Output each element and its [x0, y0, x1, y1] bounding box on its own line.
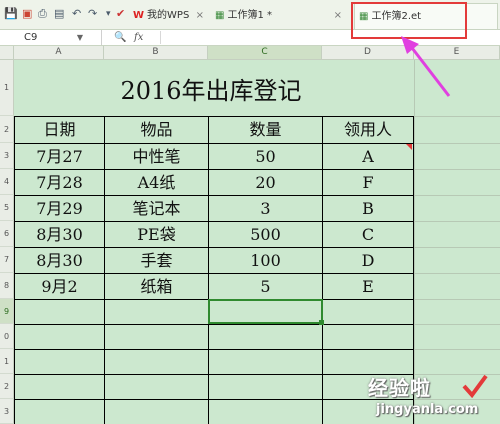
- table-cell[interactable]: 笔记本: [105, 196, 208, 221]
- tab-my-wps[interactable]: W 我的WPS ×: [133, 3, 208, 29]
- sheet-title[interactable]: 2016年出库登记: [15, 62, 407, 116]
- close-icon[interactable]: ×: [196, 3, 204, 29]
- gridline: [414, 324, 500, 325]
- annotation-arrow-icon: [401, 36, 451, 97]
- redo-icon[interactable]: ↷: [88, 7, 97, 21]
- table-cell[interactable]: 50: [209, 144, 322, 169]
- close-icon[interactable]: ×: [334, 3, 342, 29]
- checkmark-icon: [462, 374, 488, 398]
- row-header[interactable]: 2: [0, 116, 14, 143]
- table-cell[interactable]: A4纸: [105, 170, 208, 195]
- gridline: [414, 299, 500, 300]
- row-header[interactable]: 5: [0, 195, 14, 221]
- table-cell[interactable]: 20: [209, 170, 322, 195]
- print-icon[interactable]: ⎙: [38, 7, 47, 21]
- row-header[interactable]: 3: [0, 399, 14, 424]
- table-cell[interactable]: 8月30: [15, 222, 104, 247]
- table-border: [14, 399, 414, 400]
- undo-icon[interactable]: ↶: [72, 7, 81, 21]
- column-header-a[interactable]: A: [14, 46, 104, 60]
- watermark-url: jingyanla.com: [376, 402, 479, 417]
- chevron-down-icon[interactable]: ▼: [77, 30, 83, 45]
- select-all-corner[interactable]: [0, 46, 14, 60]
- table-cell[interactable]: 5: [209, 274, 322, 299]
- tab-workbook1[interactable]: ▦ 工作簿1 * ×: [215, 3, 346, 29]
- gridline: [414, 195, 500, 196]
- row-header[interactable]: 6: [0, 221, 14, 247]
- table-cell[interactable]: 中性笔: [105, 144, 208, 169]
- row-header[interactable]: 2: [0, 374, 14, 399]
- table-border: [14, 349, 414, 350]
- table-border: [14, 324, 414, 325]
- active-cell-c9[interactable]: [208, 299, 323, 324]
- tab-label: 我的WPS: [147, 10, 190, 21]
- table-cell[interactable]: 7月28: [15, 170, 104, 195]
- row-header[interactable]: 1: [0, 60, 14, 116]
- table-cell[interactable]: 手套: [105, 248, 208, 273]
- table-cell[interactable]: E: [323, 274, 413, 299]
- header-cell[interactable]: 日期: [15, 117, 104, 143]
- table-cell[interactable]: 9月2: [15, 274, 104, 299]
- zoom-icon[interactable]: 🔍: [114, 30, 126, 45]
- customize-dropdown-icon[interactable]: ▾: [106, 7, 111, 21]
- table-cell[interactable]: 7月27: [15, 144, 104, 169]
- name-box[interactable]: C9 ▼: [0, 30, 102, 45]
- save-icon[interactable]: 💾: [4, 7, 18, 21]
- table-cell[interactable]: F: [323, 170, 413, 195]
- print-preview-icon[interactable]: ▤: [54, 7, 64, 21]
- row-header[interactable]: 7: [0, 247, 14, 273]
- table-cell[interactable]: C: [323, 222, 413, 247]
- table-cell[interactable]: D: [323, 248, 413, 273]
- table-cell[interactable]: 500: [209, 222, 322, 247]
- row-header[interactable]: 1: [0, 349, 14, 374]
- fill-handle[interactable]: [319, 320, 324, 325]
- table-cell[interactable]: B: [323, 196, 413, 221]
- gridline: [414, 273, 500, 274]
- spreadsheet-file-icon: ▦: [215, 10, 225, 21]
- header-cell[interactable]: 物品: [105, 117, 208, 143]
- table-cell[interactable]: 7月29: [15, 196, 104, 221]
- function-icon[interactable]: fx: [134, 30, 143, 45]
- tab-label: 工作簿1 *: [227, 10, 272, 21]
- mark-icon[interactable]: ✔: [116, 7, 125, 21]
- gridline: [414, 169, 500, 170]
- row-header[interactable]: 9: [0, 299, 14, 324]
- gridline: [414, 349, 500, 350]
- table-cell[interactable]: 100: [209, 248, 322, 273]
- gridline: [414, 247, 500, 248]
- row-header[interactable]: 3: [0, 143, 14, 169]
- wps-logo-icon: W: [133, 10, 145, 21]
- watermark: 经验啦 jingyanla.com: [368, 372, 498, 422]
- column-header-b[interactable]: B: [104, 46, 208, 60]
- gridline: [414, 221, 500, 222]
- row-header[interactable]: 0: [0, 324, 14, 349]
- table-cell[interactable]: A: [323, 144, 413, 169]
- table-border: [14, 374, 414, 375]
- pdf-icon[interactable]: ▣: [22, 7, 32, 21]
- table-cell[interactable]: 3: [209, 196, 322, 221]
- column-header-c[interactable]: C: [208, 46, 322, 60]
- header-cell[interactable]: 数量: [209, 117, 322, 143]
- gridline: [414, 60, 415, 424]
- header-cell[interactable]: 领用人: [323, 117, 413, 143]
- table-cell[interactable]: 纸箱: [105, 274, 208, 299]
- row-header[interactable]: 4: [0, 169, 14, 195]
- cell-reference: C9: [24, 32, 38, 43]
- gridline: [414, 116, 500, 117]
- table-cell[interactable]: PE袋: [105, 222, 208, 247]
- row-header[interactable]: 8: [0, 273, 14, 299]
- watermark-text: 经验啦: [368, 376, 431, 400]
- gridline: [414, 143, 500, 144]
- table-cell[interactable]: 8月30: [15, 248, 104, 273]
